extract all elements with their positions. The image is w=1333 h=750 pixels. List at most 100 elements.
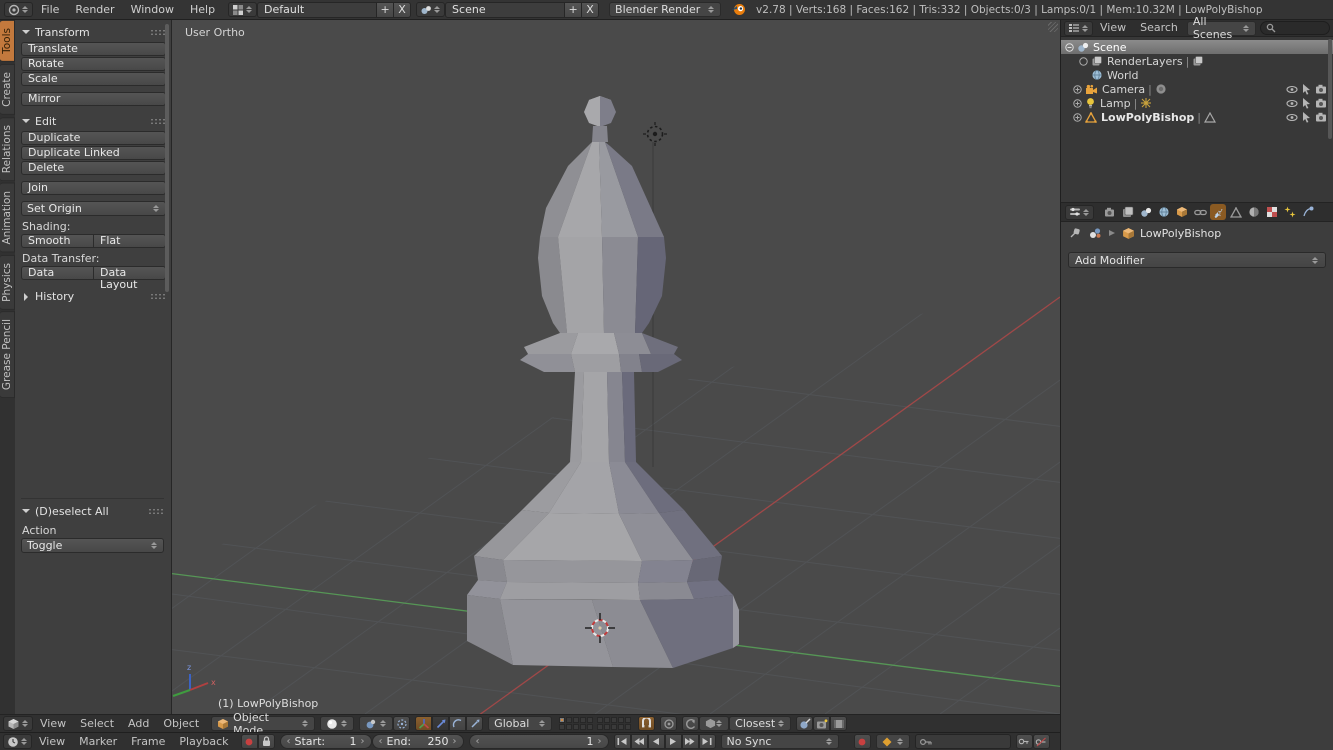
render-border-button[interactable] <box>796 716 814 731</box>
current-frame-field[interactable]: ‹ 1 › <box>468 734 609 749</box>
jump-next-keyframe-button[interactable] <box>681 734 699 749</box>
collapse-icon[interactable] <box>1065 42 1074 52</box>
duplicate-button[interactable]: Duplicate <box>21 131 166 145</box>
outliner-row-renderlayers[interactable]: RenderLayers | <box>1061 54 1333 68</box>
rotate-button[interactable]: Rotate <box>21 57 166 71</box>
menu-help[interactable]: Help <box>182 0 223 20</box>
tab-texture[interactable] <box>1264 204 1280 220</box>
outliner-row-lowpolybishop[interactable]: LowPolyBishop | <box>1061 110 1333 124</box>
decrement-arrow[interactable]: ‹ <box>287 736 291 747</box>
shelf-tab-create[interactable]: Create <box>0 63 15 115</box>
bishop-mesh[interactable] <box>467 96 739 668</box>
decrement-arrow[interactable]: ‹ <box>379 736 383 747</box>
scene-icon-button[interactable] <box>416 2 446 17</box>
tab-modifiers[interactable] <box>1210 204 1226 220</box>
view3d-menu-object[interactable]: Object <box>156 715 206 733</box>
view3d-menu-add[interactable]: Add <box>121 715 156 733</box>
snap-target-select[interactable]: Closest <box>729 716 792 731</box>
tab-render-layers[interactable] <box>1120 204 1136 220</box>
jump-to-end-button[interactable] <box>698 734 716 749</box>
tab-object-data[interactable] <box>1228 204 1244 220</box>
manipulator-toggle[interactable] <box>415 716 433 731</box>
renderability-camera-icon[interactable] <box>1315 84 1327 94</box>
outliner-row-camera[interactable]: Camera | <box>1061 82 1333 96</box>
visibility-eye-icon[interactable] <box>1286 99 1298 108</box>
menu-file[interactable]: File <box>33 0 67 20</box>
snap-element-select[interactable] <box>699 716 730 731</box>
data-button[interactable]: Data <box>21 266 93 280</box>
sync-mode-select[interactable]: No Sync <box>720 734 839 749</box>
renderability-camera-icon[interactable] <box>1315 98 1327 108</box>
mode-select[interactable]: Object Mode <box>211 711 316 737</box>
timeline-editor-type-button[interactable] <box>3 734 32 749</box>
panel-grip-icon[interactable] <box>150 293 166 300</box>
tab-material[interactable] <box>1246 204 1262 220</box>
layout-add-button[interactable]: + <box>377 1 395 18</box>
opengl-render-anim-button[interactable] <box>830 716 848 731</box>
shelf-tab-physics[interactable]: Physics <box>0 254 15 310</box>
timeline-menu-marker[interactable]: Marker <box>72 733 124 750</box>
tab-world[interactable] <box>1156 204 1172 220</box>
layout-name-field[interactable]: Default <box>257 1 378 18</box>
auto-keyframe-record-button[interactable] <box>240 734 258 749</box>
scale-button[interactable]: Scale <box>21 72 166 86</box>
start-frame-field[interactable]: ‹ Start: 1 › <box>279 734 372 749</box>
end-frame-field[interactable]: ‹ End: 250 › <box>371 734 464 749</box>
menu-render[interactable]: Render <box>67 0 122 20</box>
outliner-scrollbar[interactable] <box>1328 39 1332 139</box>
jump-prev-keyframe-button[interactable] <box>630 734 648 749</box>
increment-arrow[interactable]: › <box>361 736 365 747</box>
transform-orientation-select[interactable]: Global <box>488 716 553 731</box>
view3d-editor-type-button[interactable] <box>3 716 33 731</box>
outliner-row-scene[interactable]: Scene <box>1061 40 1333 54</box>
keyingset-lock-button[interactable] <box>257 734 275 749</box>
view3d-menu-view[interactable]: View <box>33 715 73 733</box>
visibility-eye-icon[interactable] <box>1286 85 1298 94</box>
outliner-menu-view[interactable]: View <box>1093 19 1133 37</box>
viewport-3d[interactable]: z x User Ortho (1) LowPolyBishop <box>172 20 1060 714</box>
play-button[interactable] <box>664 734 682 749</box>
expand-icon[interactable] <box>1073 112 1082 122</box>
visibility-eye-icon[interactable] <box>1286 113 1298 122</box>
properties-editor-type-button[interactable] <box>1065 204 1094 220</box>
outliner-search-input[interactable] <box>1259 21 1330 35</box>
set-origin-select[interactable]: Set Origin <box>21 201 166 216</box>
duplicate-linked-button[interactable]: Duplicate Linked <box>21 146 166 160</box>
tab-scene[interactable] <box>1138 204 1154 220</box>
insert-keyframe-button[interactable] <box>1015 734 1033 749</box>
snap-toggle-magnet[interactable] <box>638 716 656 731</box>
viewport-shading-select[interactable] <box>320 716 355 731</box>
tool-shelf-scrollbar[interactable] <box>165 24 169 292</box>
increment-arrow[interactable]: › <box>453 736 457 747</box>
jump-to-start-button[interactable] <box>613 734 631 749</box>
layers-widget-group1[interactable] <box>559 717 594 730</box>
shade-smooth-button[interactable]: Smooth <box>21 234 93 248</box>
action-select[interactable]: Toggle <box>21 538 164 553</box>
play-reverse-button[interactable] <box>647 734 665 749</box>
info-editor-type-button[interactable] <box>4 2 33 17</box>
outliner-row-lamp[interactable]: Lamp | <box>1061 96 1333 110</box>
outliner-row-world[interactable]: World <box>1061 68 1333 82</box>
timeline-menu-view[interactable]: View <box>32 733 72 750</box>
delete-keyframe-button[interactable] <box>1032 734 1050 749</box>
manipulator-scale-button[interactable] <box>466 716 484 731</box>
panel-grip-icon[interactable] <box>148 508 164 515</box>
snap-rotate-button[interactable] <box>682 716 700 731</box>
pin-icon[interactable] <box>1069 227 1081 239</box>
selectability-cursor-icon[interactable] <box>1302 111 1311 123</box>
mirror-button[interactable]: Mirror <box>21 92 166 106</box>
tab-physics[interactable] <box>1300 204 1316 220</box>
panel-grip-icon[interactable] <box>150 118 166 125</box>
collapse-icon[interactable] <box>1079 56 1088 66</box>
deselect-panel-header[interactable]: (D)eselect All <box>21 503 164 520</box>
tab-constraints[interactable] <box>1192 204 1208 220</box>
transform-panel-header[interactable]: Transform <box>21 24 166 41</box>
pivot-point-select[interactable] <box>359 716 394 731</box>
outliner-display-filter-select[interactable]: All Scenes <box>1186 15 1256 41</box>
keying-set-type-select[interactable] <box>875 734 910 749</box>
pivot-align-toggle[interactable] <box>393 716 411 731</box>
area-corner-grip[interactable] <box>1048 22 1058 32</box>
shelf-tab-grease-pencil[interactable]: Grease Pencil <box>0 311 15 399</box>
view3d-menu-select[interactable]: Select <box>73 715 121 733</box>
timeline-menu-frame[interactable]: Frame <box>124 733 172 750</box>
